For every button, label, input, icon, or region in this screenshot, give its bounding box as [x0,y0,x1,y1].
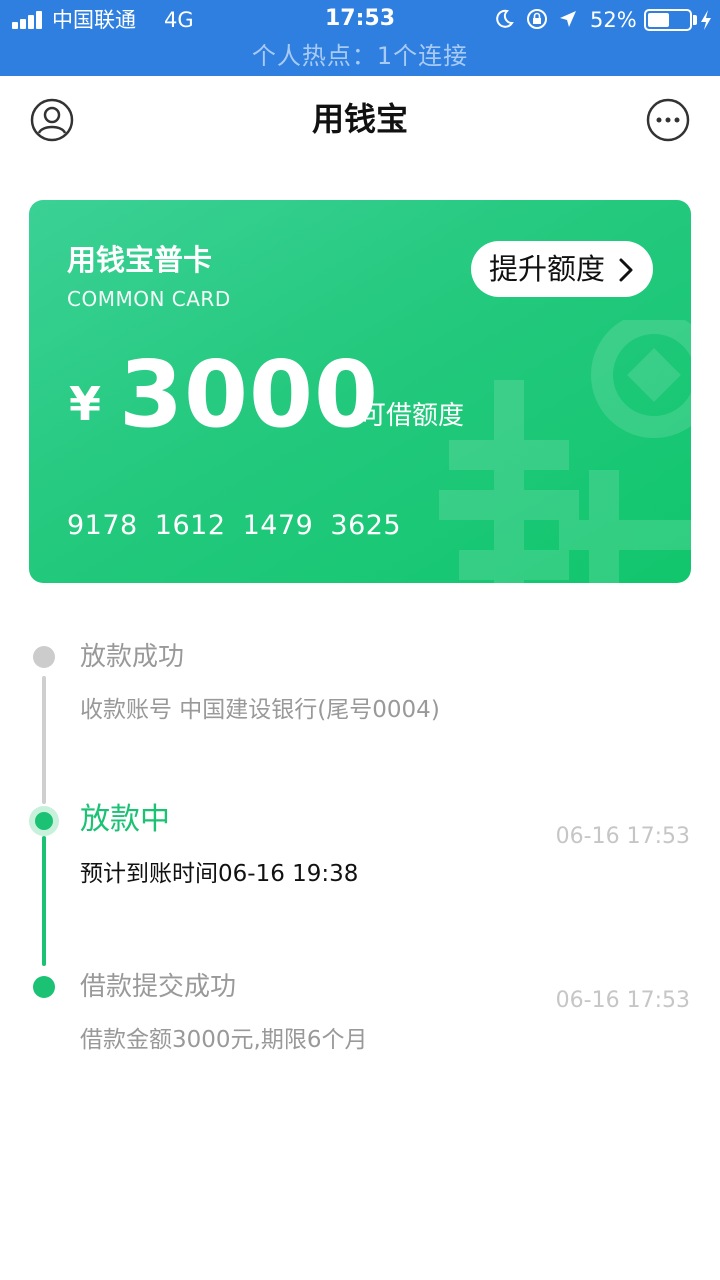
credit-amount-label: 可借额度 [360,401,465,431]
battery-fill [648,13,669,27]
timeline-dot-done [33,976,55,998]
credit-card[interactable]: 用钱宝普卡 COMMON CARD 提升额度 ¥ 3000 可借额度 9178 … [29,200,691,583]
screen: 中国联通 4G 17:53 52% 个人热点：1个连接 用钱宝 用钱宝普卡 CO… [0,0,720,1280]
location-icon [560,11,576,27]
nav-bar: 用钱宝 [0,76,720,164]
raise-limit-label: 提升额度 [489,252,606,286]
card-name: 用钱宝普卡 [67,243,213,277]
card-subtitle: COMMON CARD [67,287,231,311]
more-options-icon[interactable] [646,98,690,142]
step-title: 放款中 [80,802,170,837]
coin-watermark-icon [439,320,691,583]
status-bar: 中国联通 4G 17:53 52% 个人热点：1个连接 [0,0,720,76]
step-title: 借款提交成功 [80,972,237,1002]
battery-percent: 52% [590,8,637,32]
charging-bolt-icon [701,10,711,30]
battery-icon [644,9,692,31]
card-number: 9178 1612 1479 3625 [67,510,402,541]
step-description: 收款账号 中国建设银行(尾号0004) [80,697,440,723]
step-description: 借款金额3000元,期限6个月 [80,1027,368,1053]
loan-status-timeline: 放款成功 收款账号 中国建设银行(尾号0004) 放款中 06-16 17:53… [0,620,720,1080]
step-timestamp: 06-16 17:53 [555,824,690,849]
timeline-connector [42,676,46,804]
step-description: 预计到账时间06-16 19:38 [80,861,359,887]
moon-icon [496,9,514,28]
chevron-right-icon [619,258,633,282]
currency-symbol: ¥ [69,377,102,431]
battery-tip [693,15,697,25]
hotspot-banner[interactable]: 个人热点：1个连接 [0,40,720,72]
step-title: 放款成功 [80,642,185,672]
timeline-dot-active [29,806,59,836]
timeline-dot-pending [33,646,55,668]
timeline-connector [42,836,46,966]
credit-amount: 3000 [119,341,380,448]
raise-limit-button[interactable]: 提升额度 [471,241,653,297]
orientation-lock-icon [527,9,547,29]
status-row: 中国联通 4G 17:53 52% [0,0,720,40]
page-title: 用钱宝 [311,100,408,138]
step-timestamp: 06-16 17:53 [555,988,690,1013]
